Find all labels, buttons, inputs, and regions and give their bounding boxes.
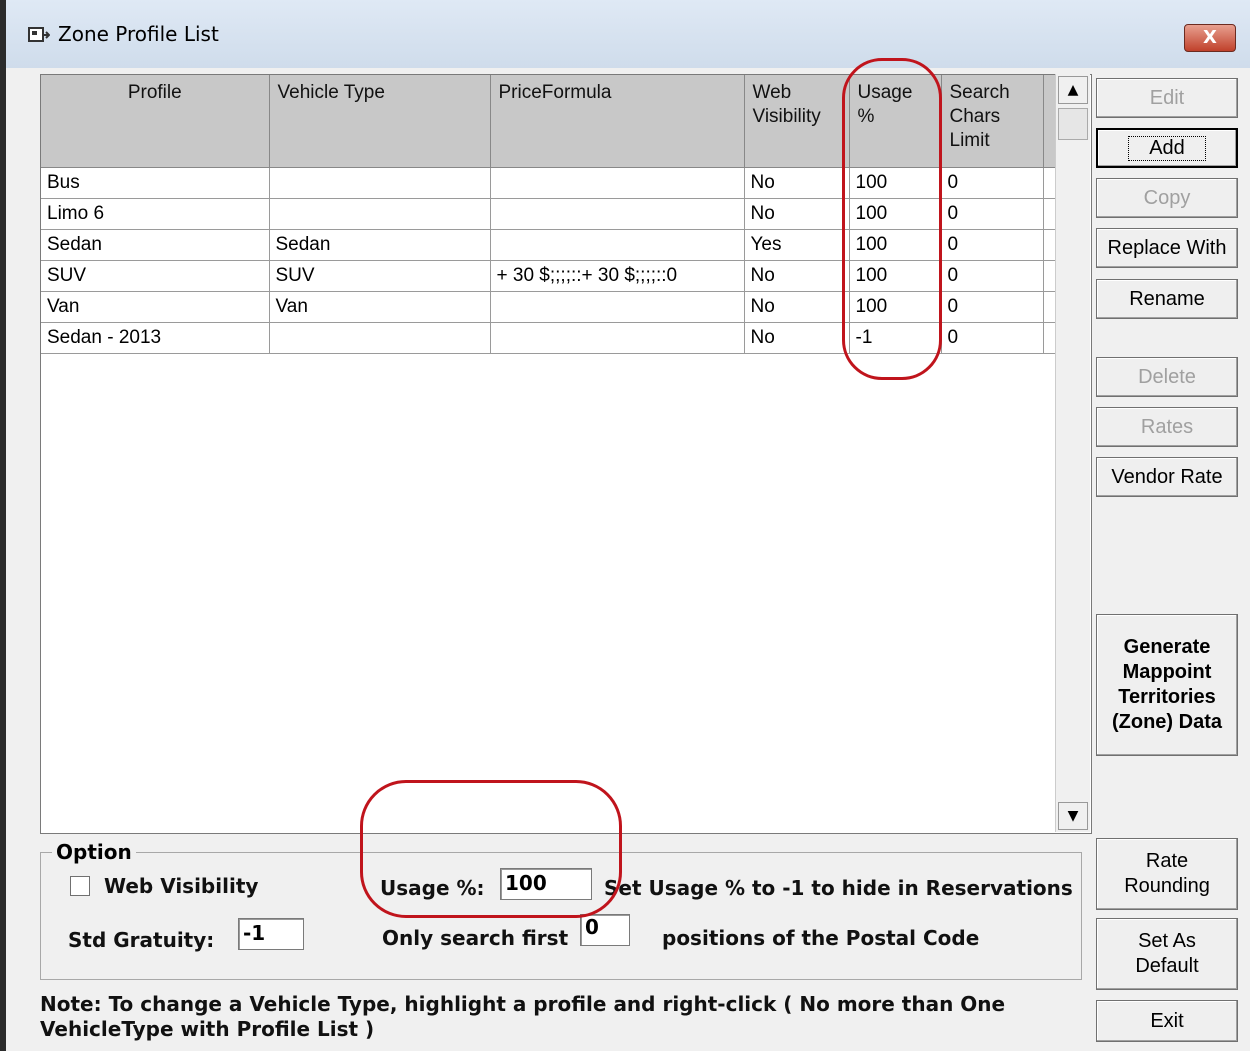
cell-price-formula[interactable] <box>490 198 745 230</box>
option-legend: Option <box>52 840 136 864</box>
vendor-rate-button[interactable]: Vendor Rate <box>1096 457 1238 497</box>
close-button[interactable]: X <box>1184 24 1236 52</box>
usage-hint: Set Usage % to -1 to hide in Reservation… <box>604 876 1073 900</box>
exit-button[interactable]: Exit <box>1096 1000 1238 1042</box>
close-icon: X <box>1203 27 1217 48</box>
column-header-profile[interactable]: Profile <box>41 75 270 168</box>
app-icon <box>28 27 50 42</box>
cell-web-visibility[interactable]: No <box>744 260 850 292</box>
cell-search-chars-limit[interactable]: 0 <box>941 167 1044 199</box>
search-suffix-label: positions of the Postal Code <box>662 926 980 950</box>
note-text: Note: To change a Vehicle Type, highligh… <box>40 992 1006 1041</box>
cell-vehicle-type[interactable]: SUV <box>269 260 491 292</box>
generate-mappoint-button[interactable]: Generate Mappoint Territories (Zone) Dat… <box>1096 614 1238 756</box>
column-header-vehicle-type[interactable]: Vehicle Type <box>269 75 491 168</box>
cell-price-formula[interactable] <box>490 229 745 261</box>
copy-button[interactable]: Copy <box>1096 178 1238 218</box>
cell-profile[interactable]: Bus <box>41 167 270 199</box>
window-title: Zone Profile List <box>58 22 219 46</box>
rename-button[interactable]: Rename <box>1096 279 1238 319</box>
cell-web-visibility[interactable]: No <box>744 198 850 230</box>
edit-button[interactable]: Edit <box>1096 78 1238 118</box>
scroll-down-arrow-icon[interactable]: ▼ <box>1058 802 1088 830</box>
cell-price-formula[interactable] <box>490 322 745 354</box>
search-positions-input[interactable]: 0 <box>580 914 630 946</box>
cell-web-visibility[interactable]: No <box>744 322 850 354</box>
search-prefix-label: Only search first <box>382 926 569 950</box>
cell-search-chars-limit[interactable]: 0 <box>941 260 1044 292</box>
cell-price-formula[interactable]: + 30 $;;;;::+ 30 $;;;;::0 <box>490 260 745 292</box>
cell-web-visibility[interactable]: No <box>744 291 850 323</box>
rate-rounding-button[interactable]: Rate Rounding <box>1096 838 1238 910</box>
column-header-price-formula[interactable]: PriceFormula <box>490 75 745 168</box>
gratuity-input[interactable]: -1 <box>238 918 304 950</box>
cell-price-formula[interactable] <box>490 167 745 199</box>
column-header-search-chars-limit[interactable]: Search Chars Limit <box>941 75 1044 168</box>
column-header-web-visibility[interactable]: Web Visibility <box>744 75 850 168</box>
gratuity-label: Std Gratuity: <box>68 928 215 952</box>
add-button-label: Add <box>1128 135 1206 161</box>
cell-web-visibility[interactable]: Yes <box>744 229 850 261</box>
cell-vehicle-type[interactable] <box>269 322 491 354</box>
replace-with-button[interactable]: Replace With <box>1096 228 1238 268</box>
cell-search-chars-limit[interactable]: 0 <box>941 198 1044 230</box>
cell-vehicle-type[interactable]: Van <box>269 291 491 323</box>
cell-web-visibility[interactable]: No <box>744 167 850 199</box>
cell-search-chars-limit[interactable]: 0 <box>941 229 1044 261</box>
cell-vehicle-type[interactable]: Sedan <box>269 229 491 261</box>
cell-price-formula[interactable] <box>490 291 745 323</box>
highlight-oval-usage-field <box>360 780 622 918</box>
cell-profile[interactable]: Sedan - 2013 <box>41 322 270 354</box>
highlight-oval-usage-column <box>842 58 942 380</box>
title-bar: Zone Profile List X <box>6 0 1250 68</box>
cell-profile[interactable]: Van <box>41 291 270 323</box>
cell-profile[interactable]: SUV <box>41 260 270 292</box>
scroll-up-arrow-icon[interactable]: ▲ <box>1058 76 1088 104</box>
delete-button[interactable]: Delete <box>1096 357 1238 397</box>
vertical-scrollbar[interactable]: ▲ ▼ <box>1055 74 1090 832</box>
rates-button[interactable]: Rates <box>1096 407 1238 447</box>
web-visibility-checkbox[interactable] <box>70 876 90 896</box>
cell-vehicle-type[interactable] <box>269 198 491 230</box>
web-visibility-label[interactable]: Web Visibility <box>104 874 258 898</box>
set-as-default-button[interactable]: Set As Default <box>1096 918 1238 990</box>
cell-vehicle-type[interactable] <box>269 167 491 199</box>
cell-search-chars-limit[interactable]: 0 <box>941 291 1044 323</box>
cell-profile[interactable]: Limo 6 <box>41 198 270 230</box>
cell-search-chars-limit[interactable]: 0 <box>941 322 1044 354</box>
scroll-thumb[interactable] <box>1058 108 1088 140</box>
cell-profile[interactable]: Sedan <box>41 229 270 261</box>
add-button[interactable]: Add <box>1096 128 1238 168</box>
zone-profile-window: Zone Profile List X Profile Vehicle Type… <box>0 0 1250 1051</box>
